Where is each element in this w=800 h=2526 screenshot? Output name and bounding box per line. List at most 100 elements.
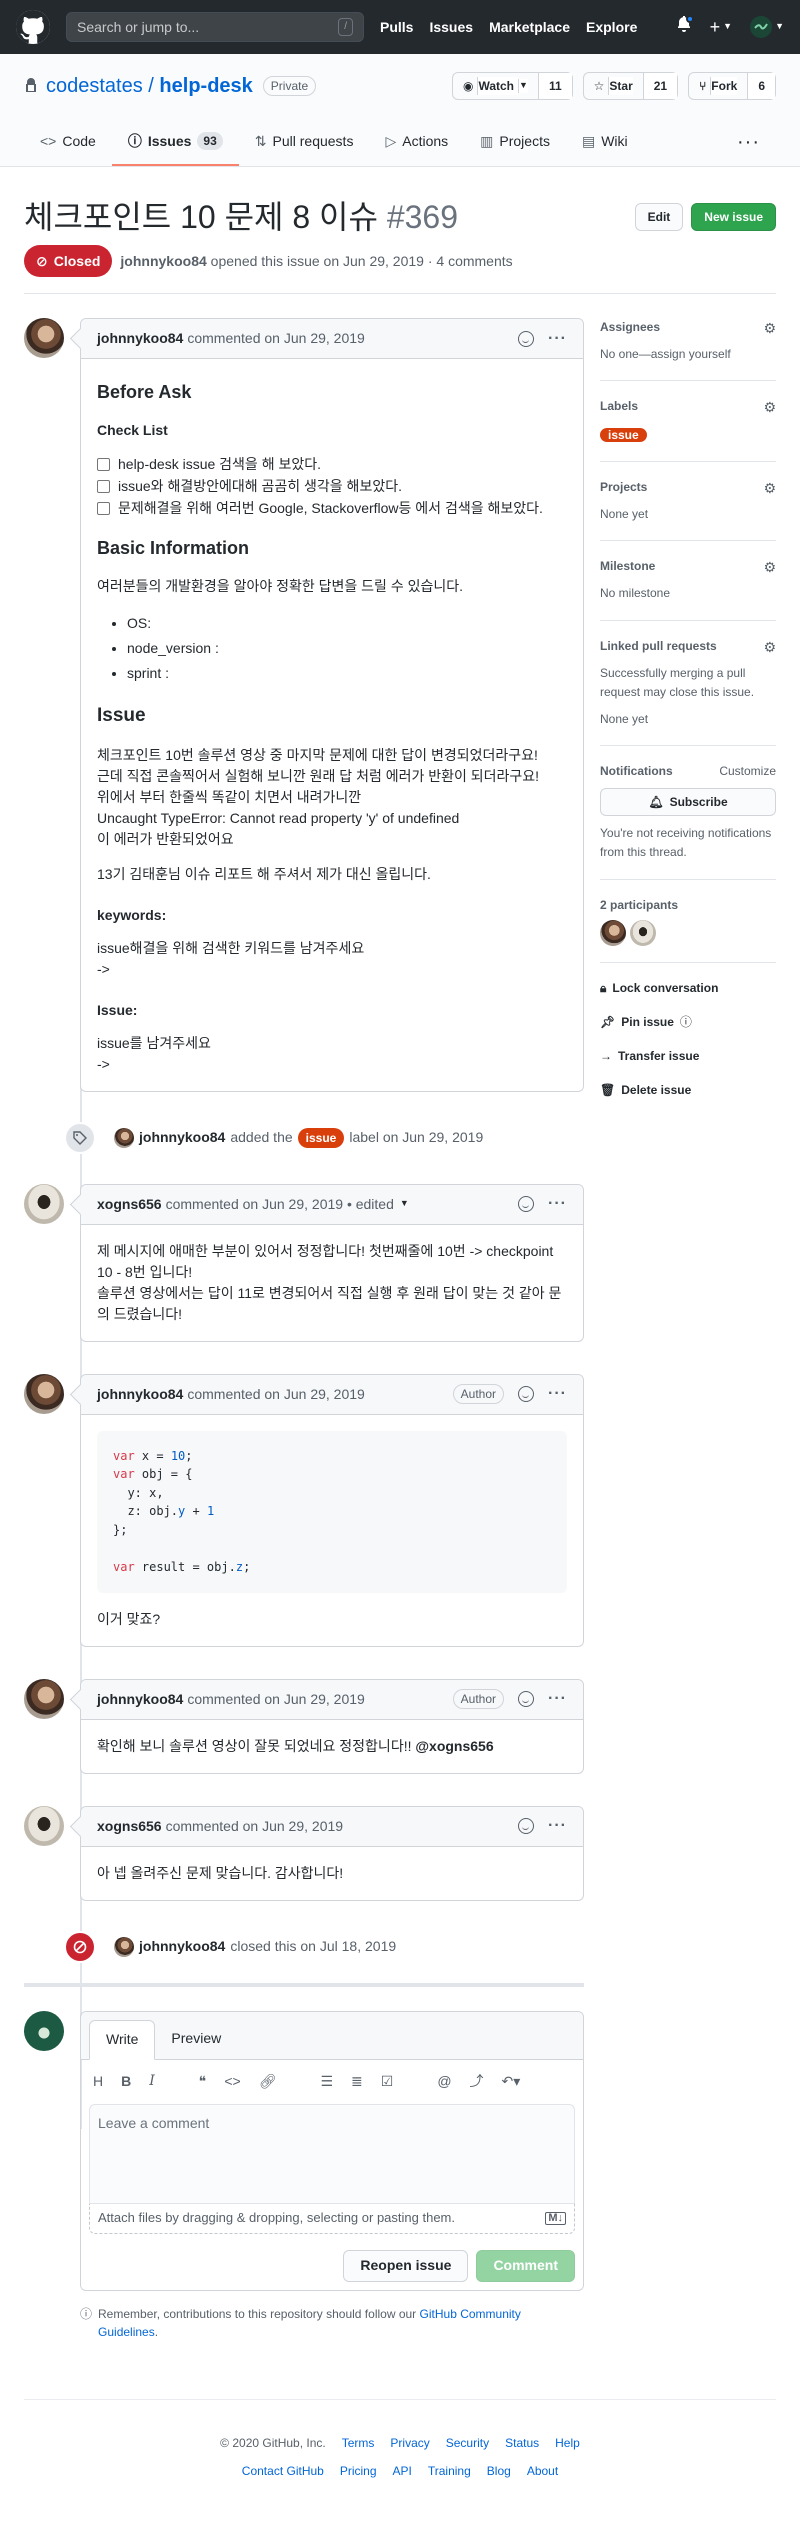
avatar[interactable] [24,1678,64,1719]
bold-icon[interactable]: B [121,2071,131,2092]
footer-link[interactable]: Status [505,2434,539,2452]
customize-link[interactable]: Customize [719,762,776,780]
tab-write[interactable]: Write [89,2019,156,2060]
kebab-menu-icon[interactable]: ··· [548,327,567,351]
footer-link[interactable]: Security [446,2434,489,2452]
avatar[interactable] [24,1373,64,1414]
fork-count[interactable]: 6 [747,73,775,99]
footer-link[interactable]: Blog [487,2462,511,2480]
watch-button[interactable]: ◉ Watch ▼ [453,73,538,99]
gear-icon[interactable]: ⚙ [763,397,776,418]
delete-issue-button[interactable]: 🗑︎ Delete issue [600,1081,776,1099]
user-mention-link[interactable]: @xogns656 [415,1738,493,1754]
edit-button[interactable]: Edit [634,203,684,231]
section-title[interactable]: Projects [600,478,647,499]
kebab-menu-icon[interactable]: ··· [548,1687,567,1711]
notifications-bell-icon[interactable] [676,15,694,38]
user-menu[interactable]: ▼ [750,16,784,38]
nav-issues[interactable]: Issues [429,17,473,38]
kebab-menu-icon[interactable]: ··· [548,1382,567,1406]
avatar[interactable] [114,1127,134,1148]
event-author-link[interactable]: johnnykoo84 [139,1127,225,1148]
gear-icon[interactable]: ⚙ [763,637,776,658]
comment-author-link[interactable]: johnnykoo84 [97,1689,183,1710]
pin-issue-button[interactable]: 📌︎ Pin issue ⓘ [600,1013,776,1031]
tab-actions[interactable]: ▷ Actions [369,118,464,166]
footer-link[interactable]: API [393,2462,412,2480]
footer-link[interactable]: About [527,2462,558,2480]
mention-icon[interactable]: @ [437,2071,451,2092]
heading-icon[interactable]: H [93,2071,103,2092]
kebab-menu-icon[interactable]: ··· [548,1192,567,1216]
comment-author-link[interactable]: johnnykoo84 [97,328,183,349]
repo-owner-link[interactable]: codestates [46,75,143,97]
participant-avatar[interactable] [630,919,656,946]
event-author-link[interactable]: johnnykoo84 [139,1936,225,1957]
footer-link[interactable]: Pricing [340,2462,377,2480]
smiley-icon[interactable] [518,330,535,347]
footer-link[interactable]: Contact GitHub [242,2462,324,2480]
lock-conversation-button[interactable]: 🔒︎ Lock conversation [600,979,776,997]
assign-yourself-link[interactable]: No one—assign yourself [600,345,776,364]
avatar[interactable] [24,1183,64,1224]
comment-author-link[interactable]: johnnykoo84 [97,1384,183,1405]
footer-link[interactable]: Help [555,2434,580,2452]
avatar[interactable] [24,1805,64,1846]
create-new-menu[interactable]: + ▼ [710,14,732,41]
repo-name-link[interactable]: help-desk [159,75,252,97]
kebab-menu-icon[interactable]: ··· [548,1814,567,1838]
issue-label[interactable]: issue [600,428,647,443]
footer-link[interactable]: Terms [342,2434,375,2452]
subscribe-button[interactable]: 🔔︎ Subscribe [600,788,776,817]
task-list-icon[interactable]: ☑ [381,2071,394,2092]
attach-files-area[interactable]: Attach files by dragging & dropping, sel… [89,2203,575,2234]
comment-textarea[interactable]: Leave a comment [89,2103,575,2204]
new-issue-button[interactable]: New issue [691,203,776,231]
smiley-icon[interactable] [518,1691,535,1708]
tab-pull-requests[interactable]: ⇅ Pull requests [239,118,370,166]
nav-marketplace[interactable]: Marketplace [489,17,570,38]
cross-reference-icon[interactable]: ⤴ [470,2071,484,2092]
code-icon[interactable]: <> [224,2071,240,2092]
avatar[interactable] [24,2010,64,2051]
github-logo-icon[interactable] [16,10,50,44]
footer-link[interactable]: Privacy [390,2434,429,2452]
task-checkbox[interactable] [97,501,110,515]
section-title[interactable]: Assignees [600,318,660,339]
section-title[interactable]: Labels [600,397,638,418]
italic-icon[interactable]: I [149,2071,155,2092]
transfer-issue-button[interactable]: → Transfer issue [600,1047,776,1065]
bullet-list-icon[interactable]: ☰ [320,2071,333,2092]
nav-pulls[interactable]: Pulls [380,17,413,38]
search-input[interactable]: Search or jump to... / [66,12,364,42]
watch-count[interactable]: 11 [537,73,572,99]
comment-author-link[interactable]: xogns656 [97,1816,162,1837]
reply-icon[interactable]: ↶▾ [502,2071,521,2092]
smiley-icon[interactable] [518,1386,535,1402]
fork-button[interactable]: ⑂ Fork [689,73,747,99]
smiley-icon[interactable] [518,1196,535,1212]
footer-link[interactable]: Training [428,2462,471,2480]
markdown-icon[interactable]: M↓ [545,2211,566,2225]
comment-button[interactable]: Comment [476,2249,575,2282]
tab-code[interactable]: <> Code [24,118,112,166]
smiley-icon[interactable] [518,1818,535,1835]
tab-wiki[interactable]: ▤ Wiki [566,118,644,166]
nav-explore[interactable]: Explore [586,17,637,38]
gear-icon[interactable]: ⚙ [763,318,776,339]
reopen-issue-button[interactable]: Reopen issue [343,2249,469,2282]
issue-author-link[interactable]: johnnykoo84 [120,253,206,269]
link-icon[interactable]: 🔗︎ [259,2071,277,2092]
avatar[interactable] [114,1936,134,1957]
chevron-down-icon[interactable]: ▼ [400,1197,409,1211]
issue-label[interactable]: issue [297,1127,345,1148]
gear-icon[interactable]: ⚙ [763,557,776,578]
star-button[interactable]: ☆ Star [584,73,643,99]
gear-icon[interactable]: ⚙ [763,478,776,499]
tab-projects[interactable]: ▥ Projects [464,118,566,166]
numbered-list-icon[interactable]: ≣ [351,2071,363,2092]
tab-preview[interactable]: Preview [155,2019,237,2059]
section-title[interactable]: Linked pull requests [600,637,717,658]
tab-issues[interactable]: ⓘ Issues 93 [111,118,239,166]
section-title[interactable]: Milestone [600,557,655,578]
